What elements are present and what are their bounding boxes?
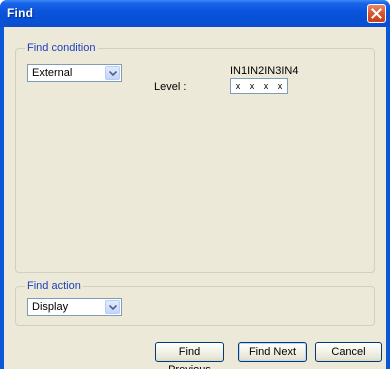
inputs-header: IN1IN2IN3IN4 xyxy=(230,65,299,77)
find-condition-group: Find condition External Level : IN1IN2IN… xyxy=(15,42,375,273)
level-input-grid: x x x x xyxy=(230,78,288,94)
level-input-in1[interactable]: x xyxy=(231,79,245,93)
chevron-down-icon xyxy=(109,305,117,310)
find-action-legend: Find action xyxy=(25,280,83,293)
level-input-in3[interactable]: x xyxy=(259,79,273,93)
find-action-select-value: Display xyxy=(32,301,69,313)
find-action-select[interactable]: Display xyxy=(27,298,122,316)
title-bar[interactable]: Find xyxy=(0,0,390,27)
find-next-button[interactable]: Find Next xyxy=(238,342,307,362)
find-condition-legend: Find condition xyxy=(25,42,98,55)
find-condition-select[interactable]: External xyxy=(27,64,122,82)
level-input-in4[interactable]: x xyxy=(273,79,287,93)
find-previous-button[interactable]: Find Previous xyxy=(155,342,224,369)
level-label: Level : xyxy=(154,81,187,93)
find-action-dropdown-button[interactable] xyxy=(105,300,120,314)
dialog-body: Find condition External Level : IN1IN2IN… xyxy=(4,27,386,369)
find-action-group: Find action Display xyxy=(15,280,375,326)
cancel-button[interactable]: Cancel xyxy=(315,342,382,362)
find-condition-select-value: External xyxy=(32,67,73,79)
level-input-in2[interactable]: x xyxy=(245,79,259,93)
window-title: Find xyxy=(7,6,34,20)
chevron-down-icon xyxy=(109,71,117,76)
close-icon xyxy=(371,8,382,19)
find-dialog: Find Find condition External Level : IN1… xyxy=(0,0,390,369)
find-condition-dropdown-button[interactable] xyxy=(105,66,120,80)
close-button[interactable] xyxy=(367,4,386,23)
